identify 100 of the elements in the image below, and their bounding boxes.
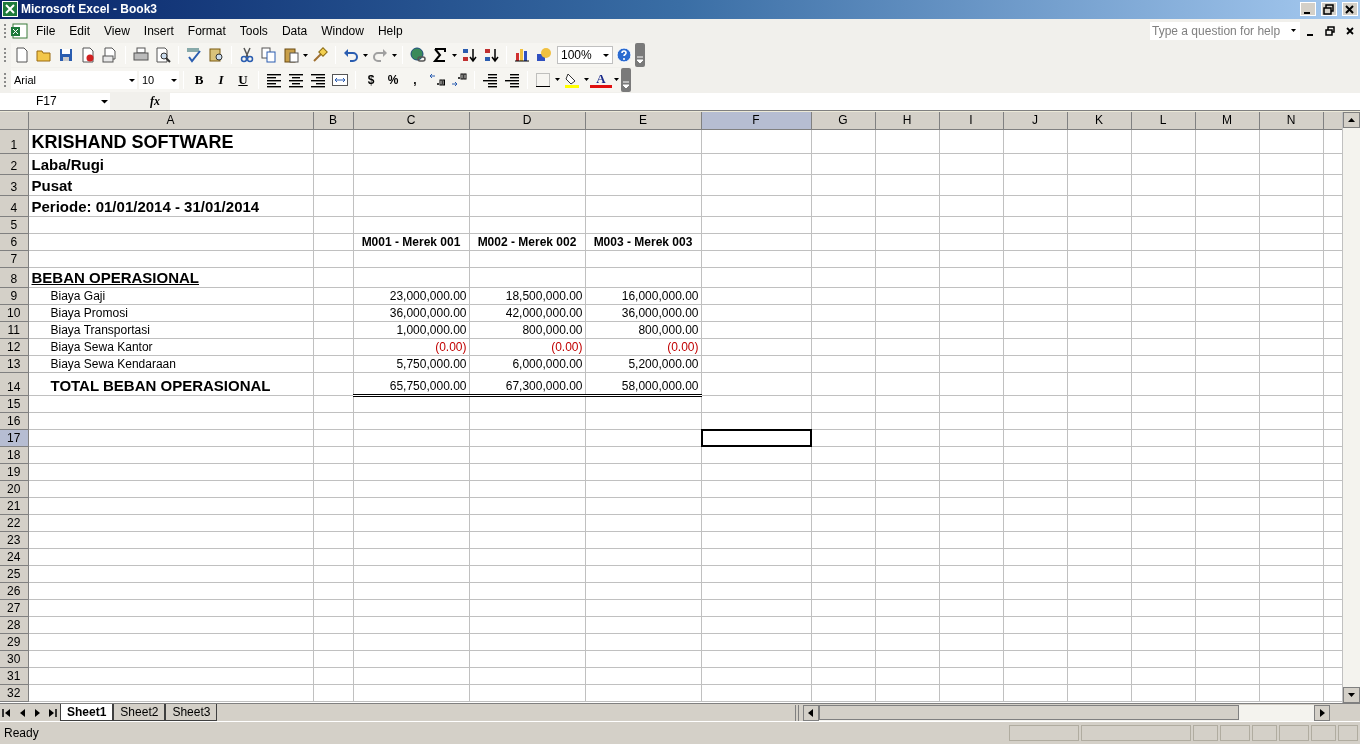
font-color-button[interactable]: A xyxy=(590,71,612,88)
minimize-icon[interactable] xyxy=(1300,2,1316,17)
select-all-button[interactable] xyxy=(0,112,28,130)
sheet-tab[interactable]: Sheet2 xyxy=(113,703,166,721)
save-icon[interactable] xyxy=(58,47,74,63)
row-header[interactable]: 8 xyxy=(0,267,28,288)
caret-icon[interactable] xyxy=(363,53,368,57)
caret-icon[interactable] xyxy=(614,78,619,82)
scroll-left-icon[interactable] xyxy=(803,704,819,721)
menu-item[interactable]: Edit xyxy=(62,19,98,42)
align-left-icon[interactable] xyxy=(266,71,282,88)
bar-chart-icon[interactable] xyxy=(514,47,530,63)
toolbar-options-icon[interactable] xyxy=(635,43,645,67)
restore-icon[interactable] xyxy=(1321,2,1337,17)
undo-icon[interactable] xyxy=(343,47,359,63)
toolbar-grip-icon[interactable] xyxy=(4,22,7,39)
menu-item[interactable]: Insert xyxy=(136,19,181,42)
row-header[interactable]: 14 xyxy=(0,372,28,396)
help-search-field[interactable]: Type a question for help xyxy=(1150,21,1300,40)
close-icon[interactable] xyxy=(1342,2,1358,17)
new-document-icon[interactable] xyxy=(14,47,30,63)
align-center-icon[interactable] xyxy=(288,71,304,88)
decrease-indent-icon[interactable] xyxy=(482,71,498,88)
sort-ascending-icon[interactable] xyxy=(461,47,477,63)
caret-icon[interactable] xyxy=(1291,29,1296,33)
workbook-icon[interactable] xyxy=(11,22,29,39)
open-folder-icon[interactable] xyxy=(36,47,52,63)
row-header[interactable]: 4 xyxy=(0,195,28,217)
row-header[interactable]: 3 xyxy=(0,174,28,196)
caret-icon[interactable] xyxy=(392,53,397,57)
column-header[interactable]: M xyxy=(1195,112,1259,130)
column-header[interactable]: H xyxy=(875,112,939,130)
format-button[interactable]: % xyxy=(382,70,404,89)
merge-center-icon[interactable] xyxy=(332,71,348,88)
sheet-tab[interactable]: Sheet3 xyxy=(165,703,218,721)
column-header[interactable]: K xyxy=(1067,112,1131,130)
globe-link-icon[interactable] xyxy=(410,47,426,63)
scissors-icon[interactable] xyxy=(239,47,255,63)
scroll-up-icon[interactable] xyxy=(1343,112,1360,129)
autosum-icon[interactable] xyxy=(432,47,448,63)
increase-decimal-icon[interactable] xyxy=(429,71,445,88)
menu-item[interactable]: File xyxy=(29,19,63,42)
horizontal-scrollbar[interactable] xyxy=(803,704,1330,721)
row-header[interactable]: 2 xyxy=(0,153,28,175)
column-header[interactable]: J xyxy=(1003,112,1067,130)
printer-icon[interactable] xyxy=(133,47,149,63)
toolbar-options-icon[interactable] xyxy=(621,67,631,92)
scroll-right-icon[interactable] xyxy=(1314,704,1330,721)
menu-item[interactable]: Help xyxy=(370,19,410,42)
column-header[interactable]: B xyxy=(313,112,353,130)
print-preview-icon[interactable] xyxy=(155,47,171,63)
column-header[interactable]: A xyxy=(28,112,313,130)
column-header[interactable]: E xyxy=(585,112,701,130)
font-size-dropdown[interactable]: 10 xyxy=(139,70,179,89)
column-header[interactable]: G xyxy=(811,112,875,130)
menu-item[interactable]: Format xyxy=(180,19,233,42)
sheet-tab[interactable]: Sheet1 xyxy=(60,703,114,721)
research-icon[interactable] xyxy=(208,47,224,63)
scroll-thumb[interactable] xyxy=(819,705,1239,721)
name-box[interactable]: F17 xyxy=(0,92,110,110)
spelling-icon[interactable] xyxy=(186,47,202,63)
caret-icon[interactable] xyxy=(452,53,457,57)
vertical-scrollbar[interactable] xyxy=(1342,112,1360,704)
tab-split-handle[interactable] xyxy=(795,704,799,721)
permission-icon[interactable] xyxy=(80,47,96,63)
borders-icon[interactable] xyxy=(535,71,551,88)
menu-item[interactable]: View xyxy=(97,19,137,42)
column-header[interactable]: I xyxy=(939,112,1003,130)
row-header[interactable]: 1 xyxy=(0,129,28,154)
scroll-down-icon[interactable] xyxy=(1343,687,1360,704)
increase-indent-icon[interactable] xyxy=(504,71,520,88)
restore-icon[interactable] xyxy=(1324,24,1336,37)
toolbar-grip-icon[interactable] xyxy=(4,71,7,88)
sort-descending-icon[interactable] xyxy=(483,47,499,63)
underline-button[interactable]: U xyxy=(232,70,254,90)
bold-button[interactable]: B xyxy=(188,70,210,90)
copy-icon[interactable] xyxy=(261,47,277,63)
align-right-icon[interactable] xyxy=(310,71,326,88)
help-icon[interactable] xyxy=(616,47,632,63)
email-icon[interactable] xyxy=(102,47,118,63)
format-button[interactable]: , xyxy=(404,70,426,89)
menu-item[interactable]: Tools xyxy=(232,19,275,42)
close-icon[interactable] xyxy=(1344,24,1356,37)
column-header[interactable]: L xyxy=(1131,112,1195,130)
column-header[interactable]: F xyxy=(701,112,811,130)
caret-icon[interactable] xyxy=(584,78,589,82)
format-button[interactable]: $ xyxy=(360,70,382,89)
toolbar-grip-icon[interactable] xyxy=(4,47,7,63)
menu-item[interactable]: Window xyxy=(314,19,371,42)
menu-item[interactable]: Data xyxy=(274,19,315,42)
column-header[interactable]: C xyxy=(353,112,469,130)
fill-color-icon[interactable] xyxy=(564,71,580,88)
column-header[interactable]: D xyxy=(469,112,585,130)
italic-button[interactable]: I xyxy=(210,70,232,90)
font-name-dropdown[interactable]: Arial xyxy=(11,70,137,89)
zoom-dropdown[interactable]: 100% xyxy=(557,46,613,64)
caret-icon[interactable] xyxy=(303,53,308,57)
brush-icon[interactable] xyxy=(312,47,328,63)
paste-icon[interactable] xyxy=(283,47,299,63)
drawing-icon[interactable] xyxy=(536,47,552,63)
